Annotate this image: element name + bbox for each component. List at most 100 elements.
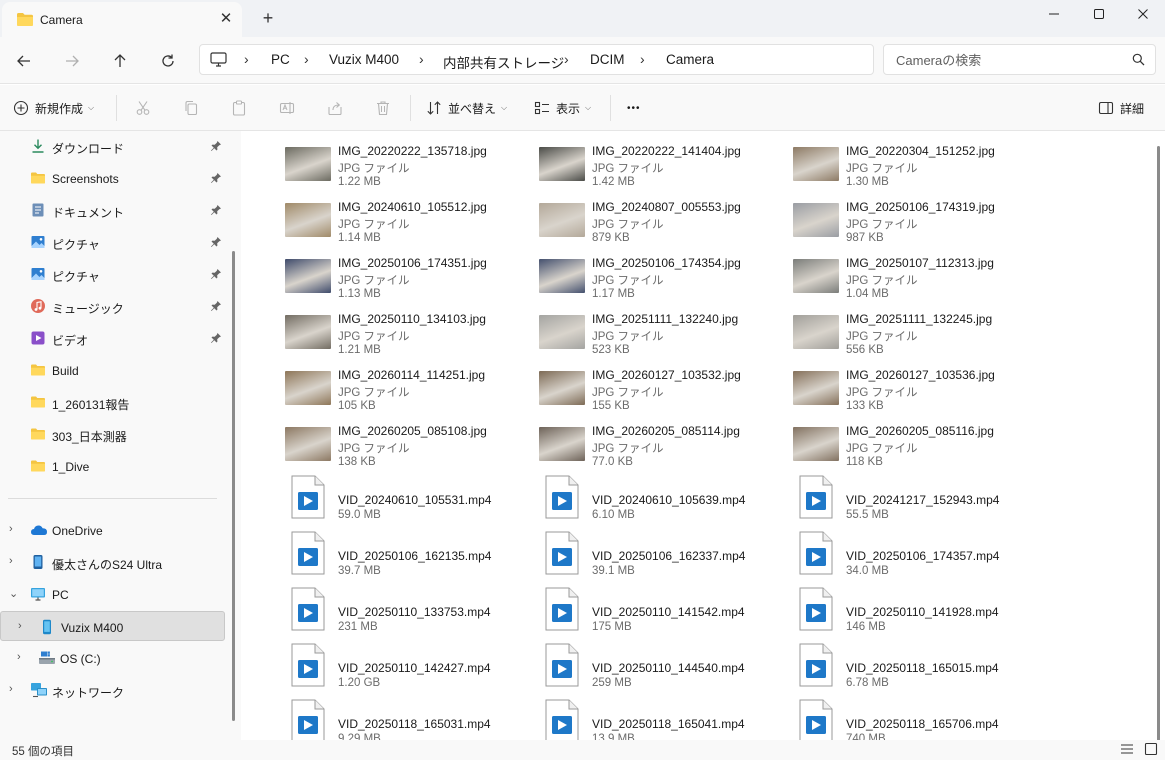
tree-item-5[interactable]: › ネットワーク: [0, 675, 225, 705]
tree-item-2[interactable]: ⌄ PC: [0, 579, 225, 609]
up-button[interactable]: [106, 47, 134, 75]
video-file-item[interactable]: VID_20250110_141928.mp4 146 MB: [750, 583, 1000, 635]
chevron-right-icon[interactable]: ›: [9, 523, 13, 535]
video-file-item[interactable]: VID_20250106_174357.mp4 34.0 MB: [750, 527, 1000, 579]
details-view-icon[interactable]: [1120, 742, 1136, 758]
minimize-button[interactable]: [1031, 0, 1077, 28]
image-file-item[interactable]: IMG_20260205_085114.jpg JPG ファイル 77.0 KB: [496, 415, 746, 468]
sidebar-item-3[interactable]: ピクチャ: [0, 227, 225, 257]
video-file-item[interactable]: VID_20250118_165031.mp4 9.29 MB: [242, 695, 492, 740]
breadcrumb-pc[interactable]: PC: [271, 52, 290, 67]
video-file-item[interactable]: VID_20240610_105531.mp4 59.0 MB: [242, 471, 492, 523]
tree-item-0[interactable]: › OneDrive: [0, 515, 225, 545]
video-file-item[interactable]: VID_20250118_165706.mp4 740 MB: [750, 695, 1000, 740]
share-icon[interactable]: [325, 98, 345, 118]
search-box[interactable]: [883, 44, 1156, 75]
image-file-item[interactable]: IMG_20250106_174351.jpg JPG ファイル 1.13 MB: [242, 247, 492, 300]
view-button[interactable]: 表示 ⌵: [534, 97, 591, 119]
chevron-right-icon[interactable]: ›: [18, 620, 22, 632]
image-file-item[interactable]: IMG_20220304_151252.jpg JPG ファイル 1.30 MB: [750, 135, 1000, 188]
file-size: 1.21 MB: [338, 344, 381, 356]
forward-button[interactable]: [58, 47, 86, 75]
pin-icon[interactable]: [210, 236, 222, 251]
image-file-item[interactable]: IMG_20260127_103532.jpg JPG ファイル 155 KB: [496, 359, 746, 412]
image-file-item[interactable]: IMG_20220222_135718.jpg JPG ファイル 1.22 MB: [242, 135, 492, 188]
image-file-item[interactable]: IMG_20240610_105512.jpg JPG ファイル 1.14 MB: [242, 191, 492, 244]
cut-icon[interactable]: [133, 98, 153, 118]
close-window-button[interactable]: [1120, 0, 1165, 28]
sidebar-item-4[interactable]: ピクチャ: [0, 259, 225, 289]
chevron-right-icon[interactable]: ›: [9, 683, 13, 695]
sidebar-item-5[interactable]: ミュージック: [0, 291, 225, 321]
delete-icon[interactable]: [373, 98, 393, 118]
file-size: 59.0 MB: [338, 509, 381, 521]
sidebar-item-10[interactable]: 1_Dive: [0, 451, 225, 481]
breadcrumb[interactable]: › PC › Vuzix M400 › 内部共有ストレージ › DCIM › C…: [199, 44, 874, 75]
video-file-item[interactable]: VID_20250110_142427.mp4 1.20 GB: [242, 639, 492, 691]
sidebar-item-6[interactable]: ビデオ: [0, 323, 225, 353]
video-file-item[interactable]: VID_20250110_133753.mp4 231 MB: [242, 583, 492, 635]
paste-icon[interactable]: [229, 98, 249, 118]
back-button[interactable]: [10, 47, 38, 75]
tiles-view-icon[interactable]: [1144, 742, 1160, 758]
sidebar-item-7[interactable]: Build: [0, 355, 225, 385]
sort-button[interactable]: 並べ替え ⌵: [426, 97, 507, 119]
sidebar-item-9[interactable]: 303_日本測器: [0, 419, 225, 449]
image-file-item[interactable]: IMG_20260205_085108.jpg JPG ファイル 138 KB: [242, 415, 492, 468]
pin-icon[interactable]: [210, 140, 222, 155]
video-file-item[interactable]: VID_20250118_165015.mp4 6.78 MB: [750, 639, 1000, 691]
chevron-right-icon[interactable]: ›: [17, 651, 21, 663]
file-type: JPG ファイル: [592, 275, 664, 287]
close-tab-icon[interactable]: ✕: [218, 11, 234, 27]
new-tab-button[interactable]: +: [258, 8, 278, 28]
image-file-item[interactable]: IMG_20250107_112313.jpg JPG ファイル 1.04 MB: [750, 247, 1000, 300]
breadcrumb-dcim[interactable]: DCIM: [590, 52, 625, 67]
image-file-item[interactable]: IMG_20251111_132245.jpg JPG ファイル 556 KB: [750, 303, 1000, 356]
sidebar-item-0[interactable]: ダウンロード: [0, 131, 225, 161]
pin-icon[interactable]: [210, 268, 222, 283]
video-file-item[interactable]: VID_20250110_144540.mp4 259 MB: [496, 639, 746, 691]
video-file-item[interactable]: VID_20250106_162135.mp4 39.7 MB: [242, 527, 492, 579]
nav-scrollbar[interactable]: [232, 251, 235, 721]
chevron-right-icon[interactable]: ›: [9, 555, 13, 567]
sidebar-item-1[interactable]: Screenshots: [0, 163, 225, 193]
details-pane-button[interactable]: 詳細: [1098, 97, 1144, 119]
pin-icon[interactable]: [210, 332, 222, 347]
more-options-button[interactable]: •••: [627, 97, 641, 119]
image-file-item[interactable]: IMG_20250106_174354.jpg JPG ファイル 1.17 MB: [496, 247, 746, 300]
new-button[interactable]: 新規作成 ⌵: [13, 97, 94, 119]
pin-icon[interactable]: [210, 172, 222, 187]
image-file-item[interactable]: IMG_20250110_134103.jpg JPG ファイル 1.21 MB: [242, 303, 492, 356]
image-file-item[interactable]: IMG_20251111_132240.jpg JPG ファイル 523 KB: [496, 303, 746, 356]
video-file-item[interactable]: VID_20240610_105639.mp4 6.10 MB: [496, 471, 746, 523]
video-file-item[interactable]: VID_20250106_162337.mp4 39.1 MB: [496, 527, 746, 579]
rename-icon[interactable]: [277, 98, 297, 118]
image-file-item[interactable]: IMG_20250106_174319.jpg JPG ファイル 987 KB: [750, 191, 1000, 244]
breadcrumb-storage[interactable]: 内部共有ストレージ: [443, 52, 564, 72]
breadcrumb-camera[interactable]: Camera: [666, 52, 714, 67]
image-file-item[interactable]: IMG_20240807_005553.jpg JPG ファイル 879 KB: [496, 191, 746, 244]
sidebar-item-8[interactable]: 1_260131報告: [0, 387, 225, 417]
search-input[interactable]: [896, 51, 1116, 69]
pin-icon[interactable]: [210, 204, 222, 219]
search-icon[interactable]: [1132, 53, 1145, 69]
image-file-item[interactable]: IMG_20260114_114251.jpg JPG ファイル 105 KB: [242, 359, 492, 412]
tab-camera[interactable]: Camera ✕: [2, 2, 242, 37]
image-file-item[interactable]: IMG_20220222_141404.jpg JPG ファイル 1.42 MB: [496, 135, 746, 188]
pin-icon[interactable]: [210, 300, 222, 315]
copy-icon[interactable]: [181, 98, 201, 118]
video-file-item[interactable]: VID_20250118_165041.mp4 13.9 MB: [496, 695, 746, 740]
refresh-button[interactable]: [154, 47, 182, 75]
image-file-item[interactable]: IMG_20260205_085116.jpg JPG ファイル 118 KB: [750, 415, 1000, 468]
maximize-button[interactable]: [1076, 0, 1122, 28]
tree-item-3[interactable]: › Vuzix M400: [0, 611, 225, 641]
chevron-down-icon[interactable]: ⌄: [9, 587, 18, 600]
content-scrollbar[interactable]: [1157, 146, 1160, 741]
sidebar-item-2[interactable]: ドキュメント: [0, 195, 225, 225]
tree-item-1[interactable]: › 優太さんのS24 Ultra: [0, 547, 225, 577]
breadcrumb-vuzix[interactable]: Vuzix M400: [329, 52, 399, 67]
tree-item-4[interactable]: › OS (C:): [0, 643, 225, 673]
video-file-item[interactable]: VID_20250110_141542.mp4 175 MB: [496, 583, 746, 635]
image-file-item[interactable]: IMG_20260127_103536.jpg JPG ファイル 133 KB: [750, 359, 1000, 412]
video-file-item[interactable]: VID_20241217_152943.mp4 55.5 MB: [750, 471, 1000, 523]
